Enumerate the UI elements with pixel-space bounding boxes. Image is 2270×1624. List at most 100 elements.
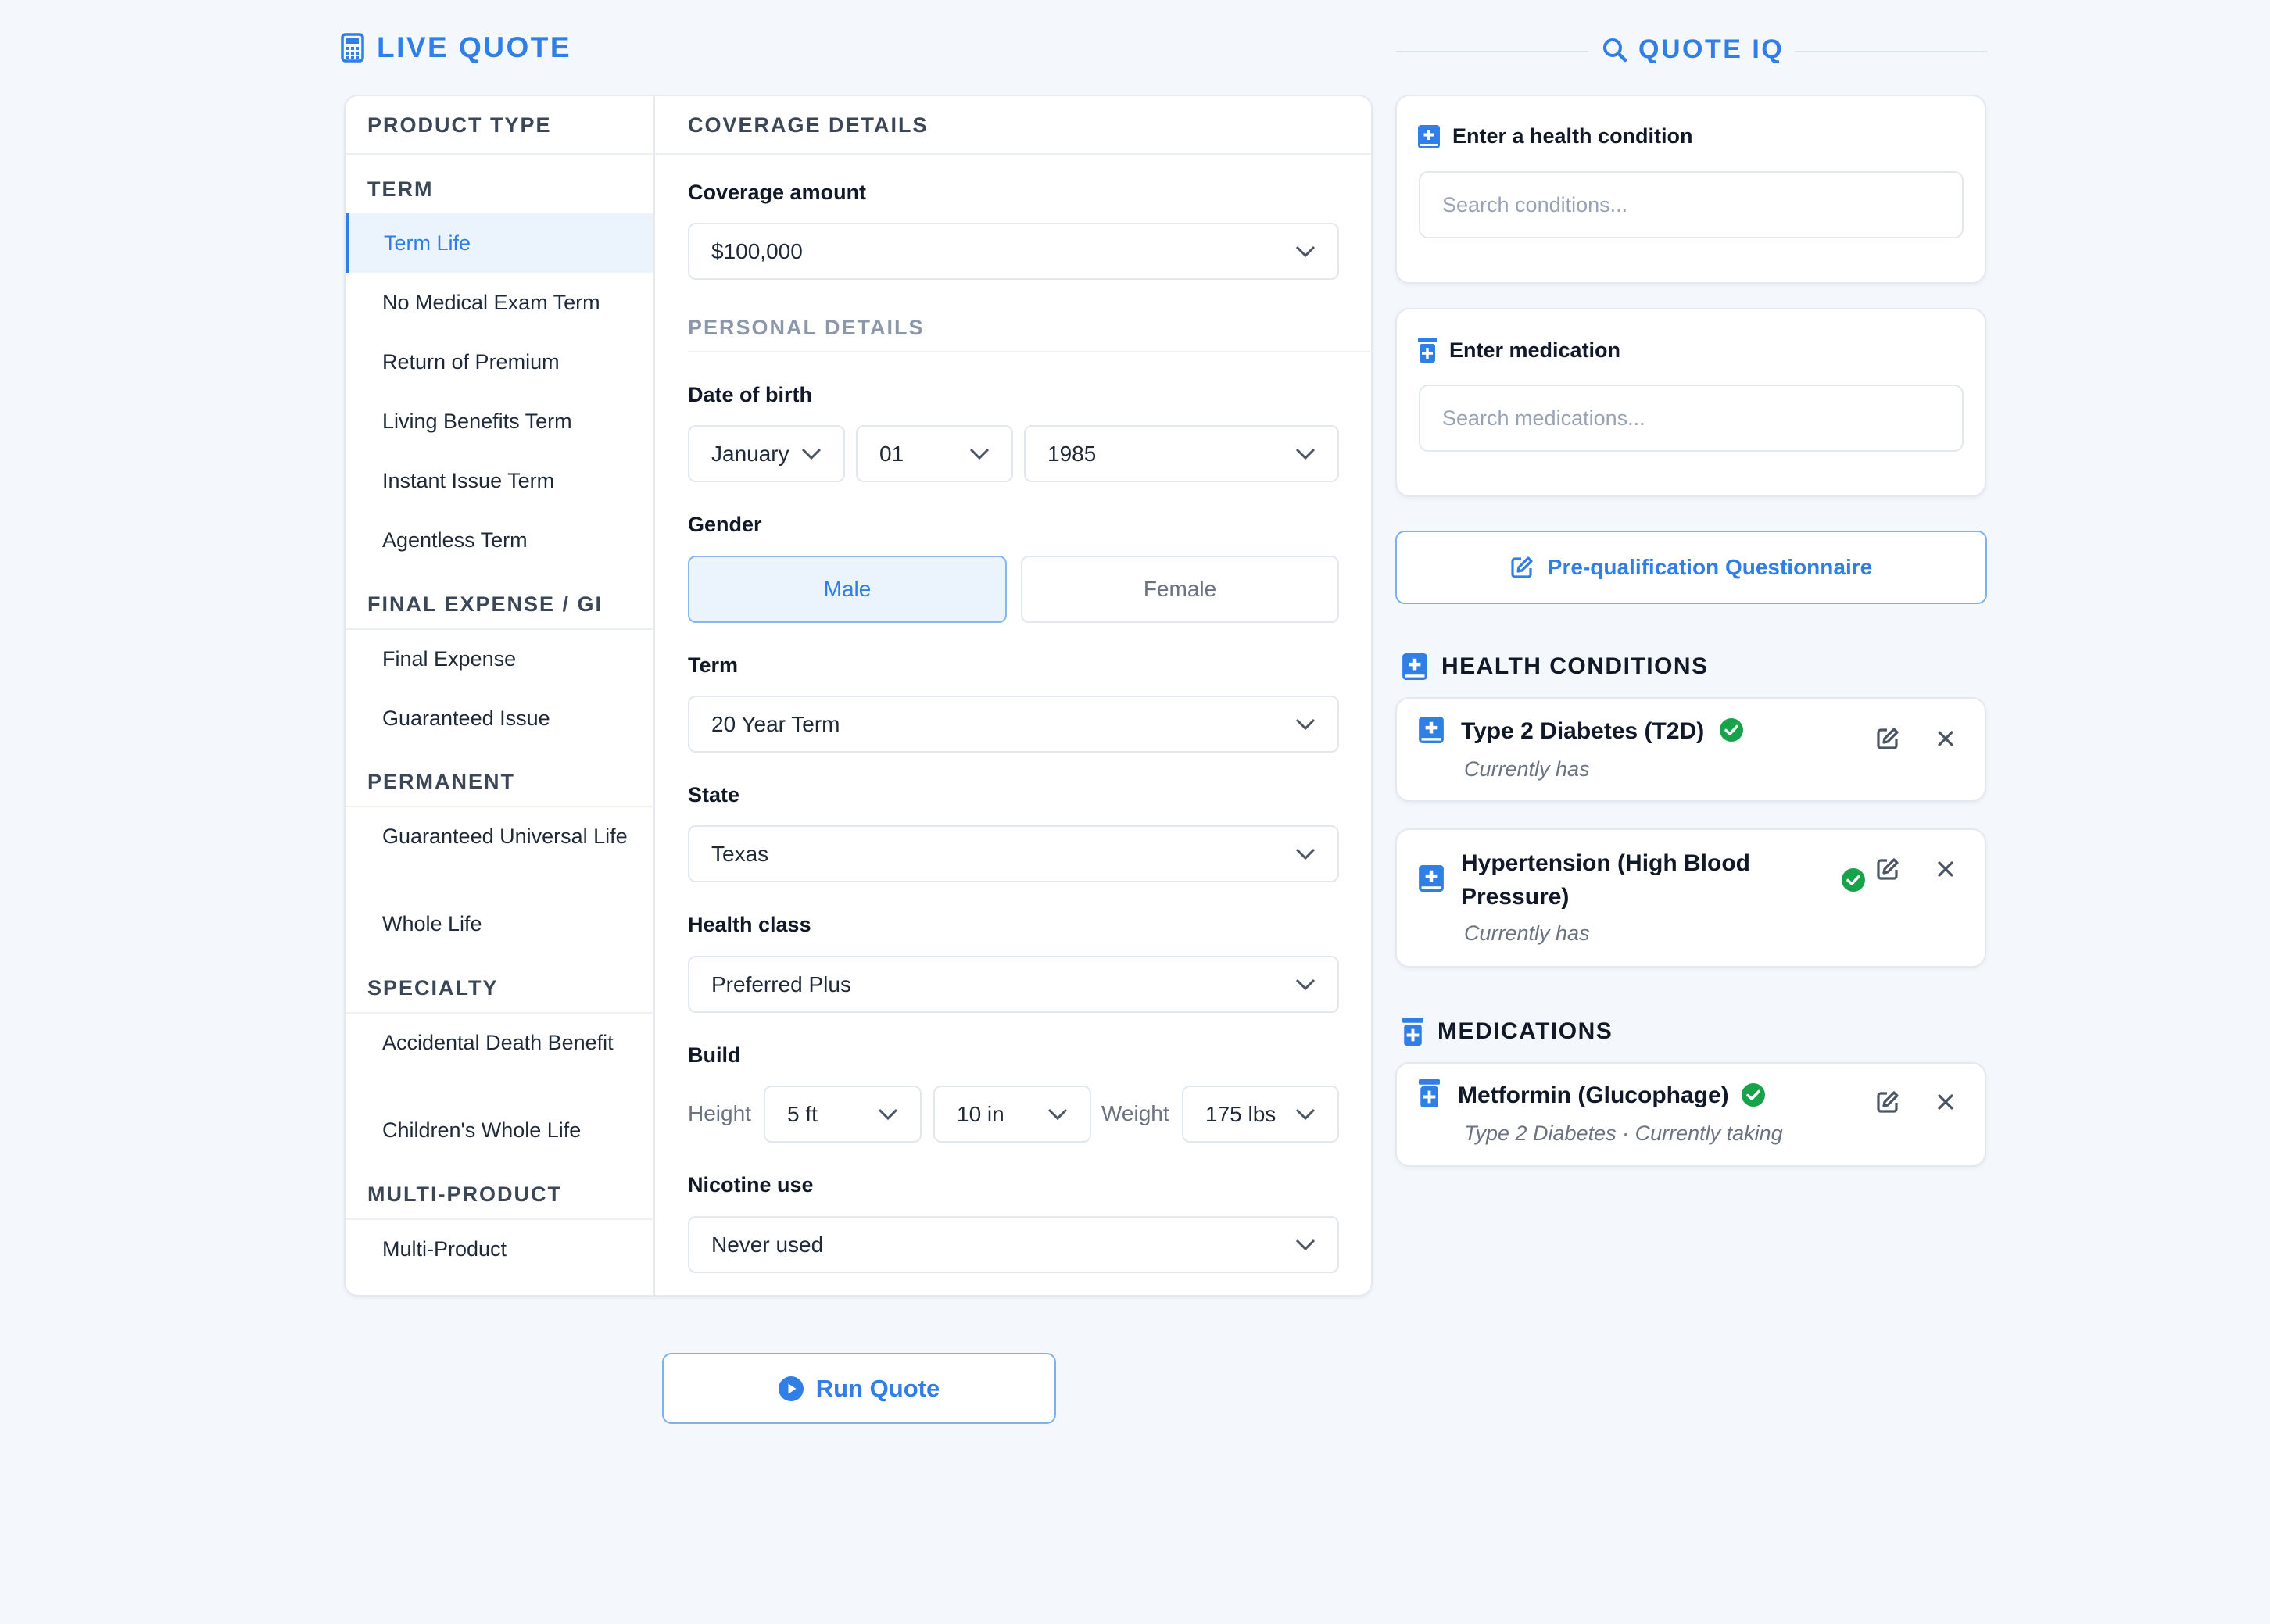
chevron-down-icon [1295, 718, 1316, 730]
edit-condition-button[interactable] [1872, 723, 1903, 754]
close-icon [1938, 731, 1953, 746]
sidebar-item-accidental-death-benefit[interactable]: Accidental Death Benefit [382, 1028, 640, 1057]
pill-bottle-icon [1402, 1018, 1423, 1046]
health-class-select[interactable]: Preferred Plus [688, 956, 1339, 1013]
chevron-down-icon [1295, 978, 1316, 990]
nicotine-use-select[interactable]: Never used [688, 1216, 1339, 1273]
heading-rule-right [1795, 51, 1987, 52]
coverage-details-header: COVERAGE DETAILS [688, 113, 929, 137]
sidebar-item-instant-issue-term[interactable]: Instant Issue Term [382, 467, 554, 495]
dob-day-value: 01 [879, 441, 904, 466]
height-in-select[interactable]: 10 in [933, 1086, 1091, 1143]
sidebar-item-multi-product[interactable]: Multi-Product [382, 1235, 507, 1264]
edit-condition-button[interactable] [1872, 853, 1903, 885]
coverage-amount-select[interactable]: $100,000 [688, 223, 1339, 280]
divider [346, 1218, 653, 1220]
edit-icon [1877, 1091, 1899, 1113]
check-circle-icon [1742, 1083, 1765, 1107]
play-circle-icon [778, 1375, 804, 1401]
sidebar-item-childrens-whole-life[interactable]: Children's Whole Life [382, 1116, 581, 1145]
chevron-down-icon [801, 448, 822, 460]
chevron-down-icon [1295, 245, 1316, 257]
check-circle-icon [1720, 718, 1743, 742]
build-label: Build [688, 1043, 741, 1067]
quote-iq-heading: QUOTE IQ [1602, 34, 1784, 65]
term-select[interactable]: 20 Year Term [688, 696, 1339, 753]
condition-search-label: Enter a health condition [1452, 124, 1693, 148]
state-value: Texas [711, 841, 769, 866]
height-ft-select[interactable]: 5 ft [764, 1086, 922, 1143]
medical-book-icon [1419, 717, 1444, 743]
chevron-down-icon [1295, 848, 1316, 860]
nicotine-use-label: Nicotine use [688, 1173, 814, 1197]
medication-search-title: Enter medication [1418, 338, 1620, 363]
condition-name: Hypertension (High Blood Pressure) [1461, 850, 1750, 910]
medication-name: Metformin (Glucophage) [1458, 1082, 1729, 1108]
health-class-value: Preferred Plus [711, 971, 851, 996]
run-quote-label: Run Quote [815, 1374, 940, 1402]
divider [346, 806, 653, 807]
live-quote-title: LIVE QUOTE [377, 31, 572, 63]
remove-condition-button[interactable] [1930, 723, 1961, 754]
sidebar-item-whole-life[interactable]: Whole Life [382, 910, 482, 939]
sidebar-item-term-life[interactable]: Term Life [346, 213, 653, 273]
gender-male-button[interactable]: Male [688, 556, 1007, 623]
sidebar-item-guaranteed-universal-life[interactable]: Guaranteed Universal Life [382, 822, 640, 851]
live-quote-heading: LIVE QUOTE [341, 31, 571, 64]
state-select[interactable]: Texas [688, 825, 1339, 882]
divider [655, 153, 1371, 155]
calculator-icon [341, 33, 364, 63]
prequalification-questionnaire-button[interactable]: Pre-qualification Questionnaire [1395, 531, 1987, 604]
group-permanent-label: PERMANENT [367, 770, 516, 793]
gender-female-button[interactable]: Female [1021, 556, 1339, 623]
chevron-down-icon [878, 1108, 898, 1120]
column-divider [653, 95, 655, 1296]
medical-book-icon [1418, 124, 1440, 148]
medications-header: MEDICATIONS [1402, 1018, 1613, 1046]
medication-detail: Type 2 Diabetes · Currently taking [1464, 1121, 1783, 1145]
check-circle-icon [1842, 868, 1865, 892]
pill-bottle-icon [1418, 338, 1437, 363]
sidebar-item-return-of-premium[interactable]: Return of Premium [382, 348, 560, 377]
weight-value: 175 lbs [1205, 1101, 1276, 1126]
coverage-amount-label: Coverage amount [688, 181, 867, 204]
term-value: 20 Year Term [711, 711, 840, 736]
condition-search-title: Enter a health condition [1418, 124, 1693, 148]
health-conditions-header: HEALTH CONDITIONS [1402, 653, 1709, 680]
sidebar-item-agentless-term[interactable]: Agentless Term [382, 526, 528, 555]
height-ft-value: 5 ft [787, 1101, 818, 1126]
medications-title: MEDICATIONS [1438, 1018, 1613, 1044]
close-icon [1938, 1094, 1953, 1110]
edit-medication-button[interactable] [1872, 1086, 1903, 1118]
sidebar-item-living-benefits-term[interactable]: Living Benefits Term [382, 407, 572, 436]
quote-iq-title: QUOTE IQ [1638, 34, 1785, 64]
state-label: State [688, 783, 740, 807]
edit-icon [1510, 556, 1534, 579]
run-quote-button[interactable]: Run Quote [662, 1353, 1056, 1424]
remove-medication-button[interactable] [1930, 1086, 1961, 1118]
weight-select[interactable]: 175 lbs [1182, 1086, 1339, 1143]
sidebar-item-label: Term Life [384, 231, 471, 255]
heading-rule-left [1396, 51, 1588, 52]
medical-book-icon [1402, 653, 1427, 680]
remove-condition-button[interactable] [1930, 853, 1961, 885]
dob-day-select[interactable]: 01 [856, 425, 1013, 482]
close-icon [1938, 861, 1953, 877]
health-conditions-title: HEALTH CONDITIONS [1441, 653, 1709, 679]
personal-details-header: PERSONAL DETAILS [688, 316, 925, 339]
group-multi-product-label: MULTI-PRODUCT [367, 1182, 562, 1206]
prequalification-label: Pre-qualification Questionnaire [1547, 555, 1873, 579]
edit-icon [1877, 858, 1899, 880]
sidebar-item-no-medical-exam-term[interactable]: No Medical Exam Term [382, 288, 600, 317]
chevron-down-icon [1295, 1108, 1316, 1120]
search-icon [1602, 38, 1627, 63]
divider [346, 628, 653, 630]
condition-search-input[interactable] [1419, 171, 1964, 238]
edit-icon [1877, 728, 1899, 749]
weight-label: Weight [1101, 1101, 1169, 1125]
sidebar-item-guaranteed-issue[interactable]: Guaranteed Issue [382, 704, 550, 733]
dob-year-select[interactable]: 1985 [1024, 425, 1339, 482]
medication-search-input[interactable] [1419, 385, 1964, 452]
sidebar-item-final-expense[interactable]: Final Expense [382, 645, 516, 674]
dob-month-select[interactable]: January [688, 425, 845, 482]
